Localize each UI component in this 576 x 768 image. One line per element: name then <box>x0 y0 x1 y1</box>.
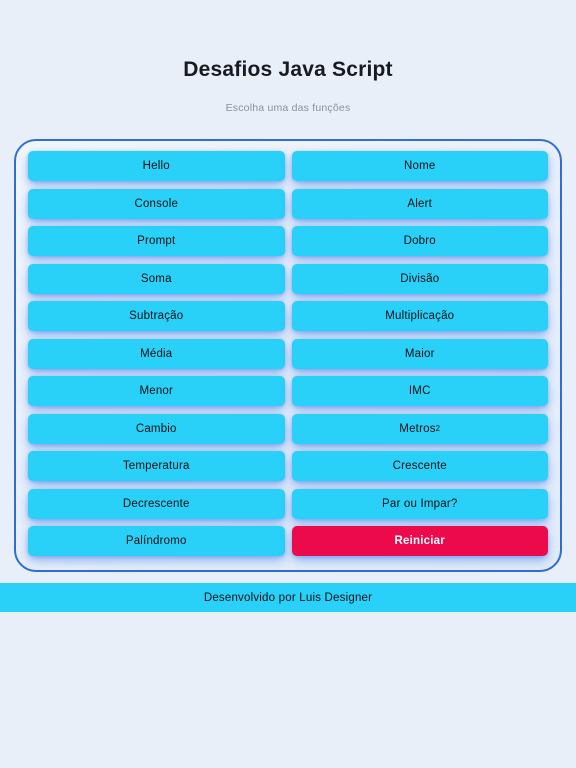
function-button[interactable]: Hello <box>28 151 285 181</box>
function-button[interactable]: Crescente <box>291 451 548 481</box>
function-button[interactable]: Divisão <box>291 263 548 294</box>
page-subtitle: Escolha uma das funções <box>225 102 351 114</box>
function-button[interactable]: Menor <box>28 376 285 406</box>
function-button[interactable]: Metros 2 <box>291 413 548 444</box>
function-button[interactable]: Temperatura <box>28 451 285 481</box>
function-button[interactable]: Par ou Impar? <box>291 488 548 519</box>
function-button[interactable]: Palíndromo <box>28 526 285 556</box>
footer-credit: Desenvolvido por Luis Designer <box>203 591 373 604</box>
function-button[interactable]: Cambio <box>28 413 285 444</box>
function-button[interactable]: Soma <box>28 263 285 294</box>
app-root: Desafios Java Script Escolha uma das fun… <box>0 0 576 768</box>
functions-panel: Hello Nome Console Alert Prompt Dobro Soma Divi… <box>14 139 562 572</box>
reset-button[interactable]: Reiniciar <box>291 526 548 556</box>
footer-bar: Desenvolvido por Luis Designer <box>0 583 576 612</box>
function-button[interactable]: Alert <box>291 188 548 219</box>
function-button[interactable]: Média <box>28 338 285 369</box>
function-button[interactable]: Nome <box>291 151 548 181</box>
function-button[interactable]: Multiplicação <box>291 301 548 331</box>
function-button[interactable]: Maior <box>291 338 548 369</box>
page-title: Desafios Java Script <box>183 58 393 81</box>
function-button[interactable]: Subtração <box>28 301 285 331</box>
function-button-grid: Hello Nome Console Alert Prompt Dobro Soma Divi… <box>28 151 548 556</box>
function-button[interactable]: IMC <box>291 376 548 406</box>
function-button[interactable]: Prompt <box>28 226 285 256</box>
function-button[interactable]: Console <box>28 188 285 219</box>
function-button[interactable]: Decrescente <box>28 488 285 519</box>
function-button[interactable]: Dobro <box>291 226 548 256</box>
